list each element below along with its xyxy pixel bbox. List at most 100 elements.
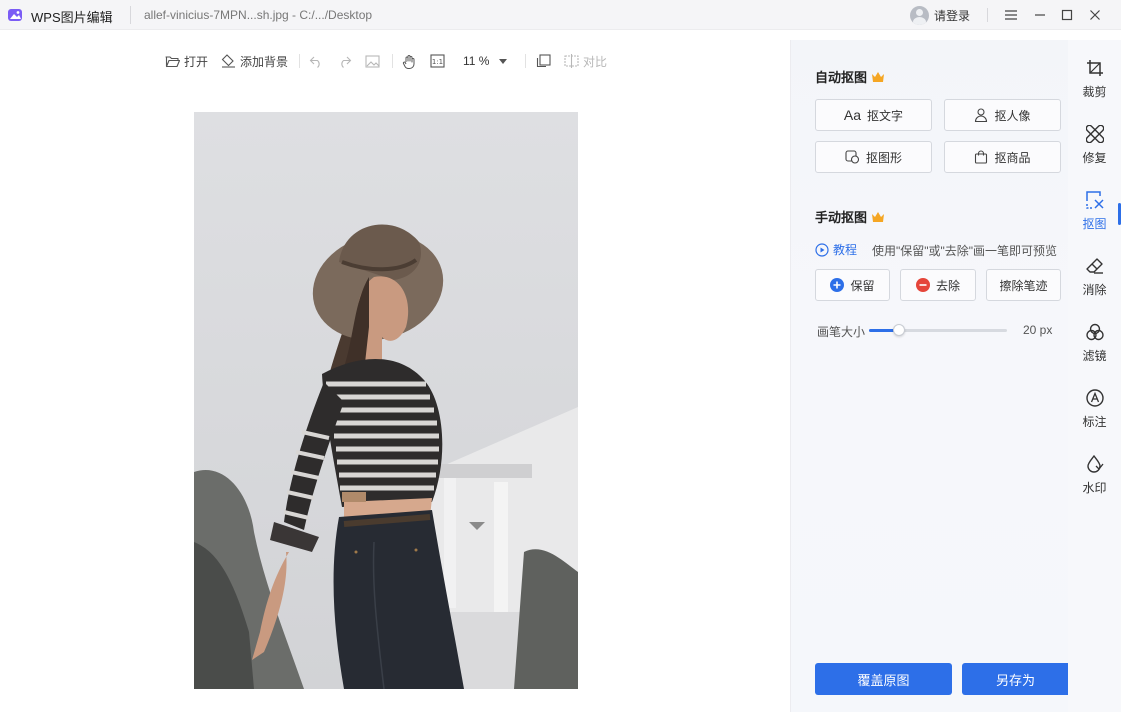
manual-hint: 使用"保留"或"去除"画一笔即可预览 (872, 244, 1058, 258)
eraser-icon (1085, 258, 1103, 274)
undo-icon (309, 56, 320, 68)
tool-cutout-label: 抠图 (1082, 217, 1107, 231)
svg-text:1:1: 1:1 (432, 58, 443, 66)
open-label: 打开 (184, 54, 209, 69)
brush-size-value: 20 px (1023, 323, 1053, 337)
avatar-icon (910, 5, 929, 25)
layers-icon (536, 54, 551, 68)
tutorial-label: 教程 (833, 243, 858, 257)
tool-eraser-label: 消除 (1082, 283, 1107, 297)
cutout-shape-button[interactable]: 抠图形 (815, 141, 932, 173)
cutout-portrait-button[interactable]: 抠人像 (944, 99, 1061, 131)
cutout-text-label: 抠文字 (867, 108, 904, 123)
save-as-label: 另存为 (995, 672, 1035, 688)
remove-label: 去除 (935, 278, 960, 293)
crown-icon (872, 211, 885, 222)
erase-strokes-button[interactable]: 擦除笔迹 (986, 269, 1061, 301)
photo-illustration (194, 112, 578, 689)
shape-icon (845, 150, 860, 164)
compare-icon (564, 54, 579, 68)
layers-button[interactable] (536, 53, 551, 69)
close-icon (1090, 10, 1100, 20)
tool-filter[interactable]: 滤镜 (1068, 323, 1121, 373)
add-background-button[interactable]: 添加背景 (221, 53, 288, 69)
maximize-icon (1061, 9, 1073, 21)
app-name: WPS图片编辑 (31, 10, 113, 25)
crop-icon (1086, 60, 1103, 76)
minus-circle-icon (915, 278, 930, 292)
redo-button[interactable] (337, 53, 352, 69)
brush-size-label: 画笔大小 (817, 325, 866, 339)
cutout-icon (1085, 191, 1104, 209)
play-circle-icon (815, 242, 829, 257)
watermark-icon (1086, 455, 1104, 473)
tutorial-link[interactable]: 教程 (815, 241, 857, 258)
tool-annotate[interactable]: 标注 (1068, 389, 1121, 439)
add-background-label: 添加背景 (240, 54, 289, 69)
crown-icon (872, 71, 885, 82)
overwrite-original-button[interactable]: 覆盖原图 (815, 663, 952, 695)
tool-crop[interactable]: 裁剪 (1068, 59, 1121, 109)
tool-annotate-label: 标注 (1082, 415, 1107, 429)
title-divider (130, 6, 131, 24)
keep-button[interactable]: 保留 (815, 269, 890, 301)
tool-watermark[interactable]: 水印 (1068, 455, 1121, 505)
close-button[interactable] (1085, 5, 1105, 25)
minimize-icon (1035, 14, 1045, 16)
edited-photo[interactable] (194, 112, 578, 689)
manual-cutout-title: 手动抠图 (815, 207, 885, 226)
minimize-button[interactable] (1030, 5, 1050, 25)
tool-column: 裁剪 修复 抠图 消除 滤镜 标注 水印 (1068, 40, 1121, 712)
brush-size-slider[interactable] (869, 329, 1007, 332)
cutout-text-button[interactable]: Aa 抠文字 (815, 99, 932, 131)
annotate-icon (1085, 389, 1104, 407)
image-icon (365, 54, 380, 68)
hamburger-icon (1005, 10, 1017, 20)
zoom-value: 11 % (463, 54, 490, 68)
remove-button[interactable]: 去除 (900, 269, 976, 301)
open-button[interactable]: 打开 (165, 53, 208, 69)
tool-repair-label: 修复 (1082, 151, 1107, 165)
toolbar-divider (299, 54, 300, 68)
zoom-dropdown[interactable]: 11 % (463, 53, 508, 69)
menu-button[interactable] (1001, 5, 1021, 25)
hand-icon (402, 54, 415, 69)
aa-text-icon: Aa (843, 107, 862, 123)
editor-toolbar: 打开 添加背景 1:1 11 % 对比 (0, 40, 790, 82)
cutout-portrait-label: 抠人像 (994, 108, 1031, 123)
overwrite-original-label: 覆盖原图 (857, 672, 910, 688)
compare-label: 对比 (583, 54, 608, 69)
redo-icon (341, 56, 352, 68)
file-path: allef-vinicius-7MPN...sh.jpg - C:/.../De… (144, 8, 373, 22)
toolbar-divider (525, 54, 526, 68)
auto-cutout-label: 自动抠图 (815, 70, 868, 85)
tool-crop-label: 裁剪 (1082, 85, 1107, 99)
paint-bucket-icon (221, 54, 235, 68)
folder-open-icon (165, 55, 180, 67)
cutout-product-button[interactable]: 抠商品 (944, 141, 1061, 173)
toolbar-divider (392, 54, 393, 68)
tool-cutout[interactable]: 抠图 (1068, 191, 1121, 241)
login-button[interactable]: 请登录 (910, 5, 970, 25)
actual-size-button[interactable]: 1:1 (430, 53, 445, 69)
actual-size-icon: 1:1 (430, 54, 445, 68)
tool-watermark-label: 水印 (1082, 481, 1107, 495)
caret-down-icon (499, 58, 508, 64)
hand-tool-button[interactable] (402, 53, 417, 69)
compare-button[interactable]: 对比 (564, 53, 607, 69)
title-divider-right (987, 8, 988, 22)
tool-eraser[interactable]: 消除 (1068, 257, 1121, 307)
title-bar: WPS图片编辑 allef-vinicius-7MPN...sh.jpg - C… (0, 0, 1121, 30)
save-as-button[interactable]: 另存为 (962, 663, 1069, 695)
app-logo-icon (8, 9, 22, 21)
image-button[interactable] (365, 53, 380, 69)
plus-circle-icon (830, 278, 845, 292)
brush-size-slider-handle[interactable] (893, 324, 905, 336)
tool-repair[interactable]: 修复 (1068, 125, 1121, 175)
auto-cutout-title: 自动抠图 (815, 67, 885, 86)
repair-icon (1085, 125, 1104, 143)
cutout-panel: 自动抠图 Aa 抠文字 抠人像 抠图形 抠商品 手动抠图 教程 使用"保留"或"… (790, 40, 1099, 712)
maximize-button[interactable] (1057, 5, 1077, 25)
undo-button[interactable] (309, 53, 324, 69)
cutout-product-label: 抠商品 (994, 150, 1031, 165)
